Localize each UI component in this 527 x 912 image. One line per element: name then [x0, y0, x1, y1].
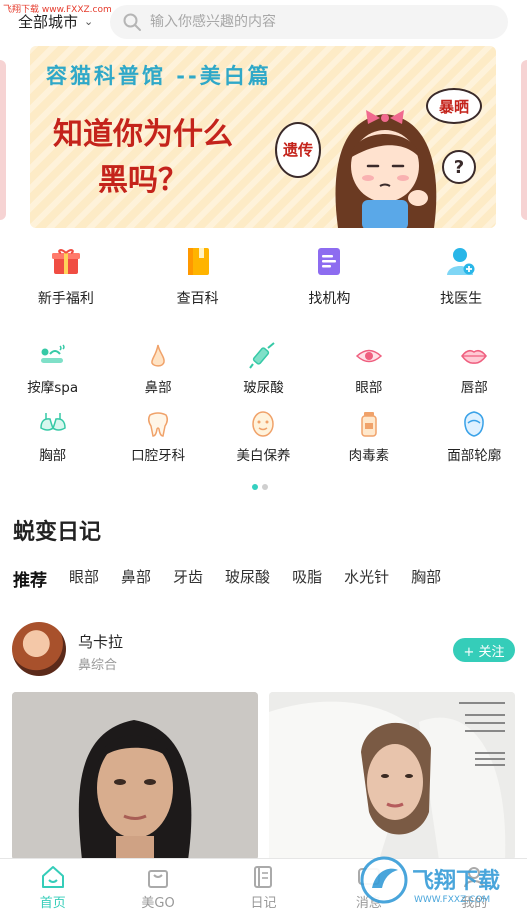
nav-label: 美GO	[141, 896, 175, 911]
quick-item-find-doctor[interactable]: 找医生	[395, 244, 527, 318]
category-dental[interactable]: 口腔牙科	[105, 410, 210, 478]
next-banner-peek[interactable]	[521, 60, 527, 220]
search-input[interactable]	[150, 14, 480, 30]
tab-hydro-injection[interactable]: 水光针	[344, 566, 389, 591]
doctor-icon	[447, 248, 475, 275]
promo-banner[interactable]: 容猫科普馆 --美白篇 知道你为什么黑吗？ 遗传 暴晒 ?	[30, 46, 496, 228]
category-nose[interactable]: 鼻部	[105, 342, 210, 410]
section-title-diary: 蜕变日记	[13, 520, 102, 545]
chevron-down-icon: ⌄	[84, 15, 94, 28]
after-photo[interactable]	[269, 692, 515, 860]
category-row: 按摩spa 鼻部 玻尿酸 眼部 唇部	[0, 342, 527, 410]
prev-banner-peek[interactable]	[0, 60, 6, 220]
svg-text:飞翔下载: 飞翔下载	[412, 868, 500, 894]
face-contour-icon	[464, 411, 485, 437]
tab-teeth[interactable]: 牙齿	[173, 566, 203, 591]
category-chest[interactable]: 胸部	[0, 410, 105, 478]
category-label: 美白保养	[236, 448, 291, 464]
notebook-icon	[254, 866, 273, 888]
category-massage-spa[interactable]: 按摩spa	[0, 342, 105, 410]
quick-menu: 新手福利 查百科 找机构 找医生	[0, 244, 527, 318]
syringe-icon	[249, 342, 276, 369]
pager-dot[interactable]	[262, 484, 268, 490]
bubble-question: ?	[442, 150, 476, 184]
tab-eyes[interactable]: 眼部	[69, 566, 99, 591]
document-icon	[318, 248, 341, 275]
tab-liposuction[interactable]: 吸脂	[292, 566, 322, 591]
tab-chest[interactable]: 胸部	[411, 566, 441, 591]
city-selector[interactable]: 全部城市 ⌄	[18, 11, 93, 32]
category-label: 胸部	[39, 448, 67, 464]
category-grid: 按摩spa 鼻部 玻尿酸 眼部 唇部 胸部 口腔牙科 美白保养 肉毒素 面部轮廓	[0, 342, 527, 478]
tab-hyaluronic-acid[interactable]: 玻尿酸	[225, 566, 270, 591]
bubble-sun-exposure: 暴晒	[426, 88, 482, 124]
category-row: 胸部 口腔牙科 美白保养 肉毒素 面部轮廓	[0, 410, 527, 478]
tab-nose[interactable]: 鼻部	[121, 566, 151, 591]
nav-label: 首页	[39, 896, 66, 911]
category-label: 眼部	[355, 380, 383, 396]
pager-dots	[252, 484, 268, 490]
bubble-heredity: 遗传	[275, 122, 321, 178]
category-eyes[interactable]: 眼部	[316, 342, 421, 410]
search-bar[interactable]	[110, 5, 508, 39]
app-screen: 飞翔下载 www.FXXZ.com 全部城市 ⌄ 容猫科普馆 --美白篇 知道你…	[0, 0, 527, 912]
shopping-bag-icon	[148, 870, 169, 888]
quick-label: 找机构	[308, 291, 351, 307]
nav-diary[interactable]: 日记	[211, 859, 316, 912]
nav-home[interactable]: 首页	[0, 859, 105, 912]
category-label: 鼻部	[144, 380, 172, 396]
follow-button[interactable]: + 关注	[453, 638, 515, 662]
category-label: 唇部	[460, 380, 488, 396]
category-label: 肉毒素	[348, 448, 390, 464]
lips-icon	[461, 349, 488, 364]
category-lips[interactable]: 唇部	[422, 342, 527, 410]
cartoon-girl-illustration	[335, 110, 437, 228]
bra-icon	[39, 413, 66, 431]
quick-item-newbie-benefits[interactable]: 新手福利	[0, 244, 132, 318]
category-label: 面部轮廓	[447, 448, 502, 464]
tooth-icon	[148, 412, 169, 437]
diary-post-header: 乌卡拉 鼻综合 + 关注	[12, 622, 515, 678]
city-label: 全部城市	[18, 13, 79, 31]
category-label: 口腔牙科	[131, 448, 186, 464]
quick-item-find-clinic[interactable]: 找机构	[264, 244, 396, 318]
gift-icon	[51, 249, 80, 274]
eye-icon	[355, 349, 382, 363]
book-icon	[187, 248, 209, 275]
post-username[interactable]: 乌卡拉	[78, 631, 123, 652]
quick-label: 找医生	[440, 291, 483, 307]
nav-label: 日记	[250, 896, 277, 911]
category-label: 按摩spa	[27, 380, 79, 396]
category-label: 玻尿酸	[243, 380, 284, 396]
category-botox[interactable]: 肉毒素	[316, 410, 421, 478]
quick-label: 查百科	[176, 291, 219, 307]
portrait-woman-after	[269, 692, 515, 860]
avatar[interactable]	[12, 622, 66, 676]
quick-label: 新手福利	[37, 291, 94, 307]
nav-mego[interactable]: 美GO	[105, 859, 210, 912]
portrait-woman-before	[12, 692, 258, 860]
search-icon	[123, 13, 141, 31]
face-mask-icon	[252, 411, 275, 437]
post-subtitle: 鼻综合	[78, 658, 118, 673]
diary-tabs: 推荐 眼部 鼻部 牙齿 玻尿酸 吸脂 水光针 胸部	[13, 566, 441, 591]
pager-dot-active[interactable]	[252, 484, 258, 490]
vial-icon	[361, 412, 377, 437]
banner-headline: 知道你为什么黑吗？	[53, 117, 233, 198]
download-site-watermark: 飞翔下载 WWW.FXXZ.COM	[360, 856, 500, 905]
diary-photos	[12, 692, 515, 860]
home-icon	[41, 866, 64, 888]
before-photo[interactable]	[12, 692, 258, 860]
nose-icon	[151, 344, 165, 367]
massage-icon	[40, 344, 65, 363]
category-whitening-care[interactable]: 美白保养	[211, 410, 316, 478]
category-hyaluronic-acid[interactable]: 玻尿酸	[211, 342, 316, 410]
top-bar: 飞翔下载 www.FXXZ.com 全部城市 ⌄	[0, 0, 527, 44]
banner-series-title: 容猫科普馆 --美白篇	[46, 64, 272, 88]
quick-item-encyclopedia[interactable]: 查百科	[132, 244, 264, 318]
tab-recommend[interactable]: 推荐	[13, 566, 47, 591]
svg-text:WWW.FXXZ.COM: WWW.FXXZ.COM	[414, 895, 490, 905]
category-face-contour[interactable]: 面部轮廓	[422, 410, 527, 478]
